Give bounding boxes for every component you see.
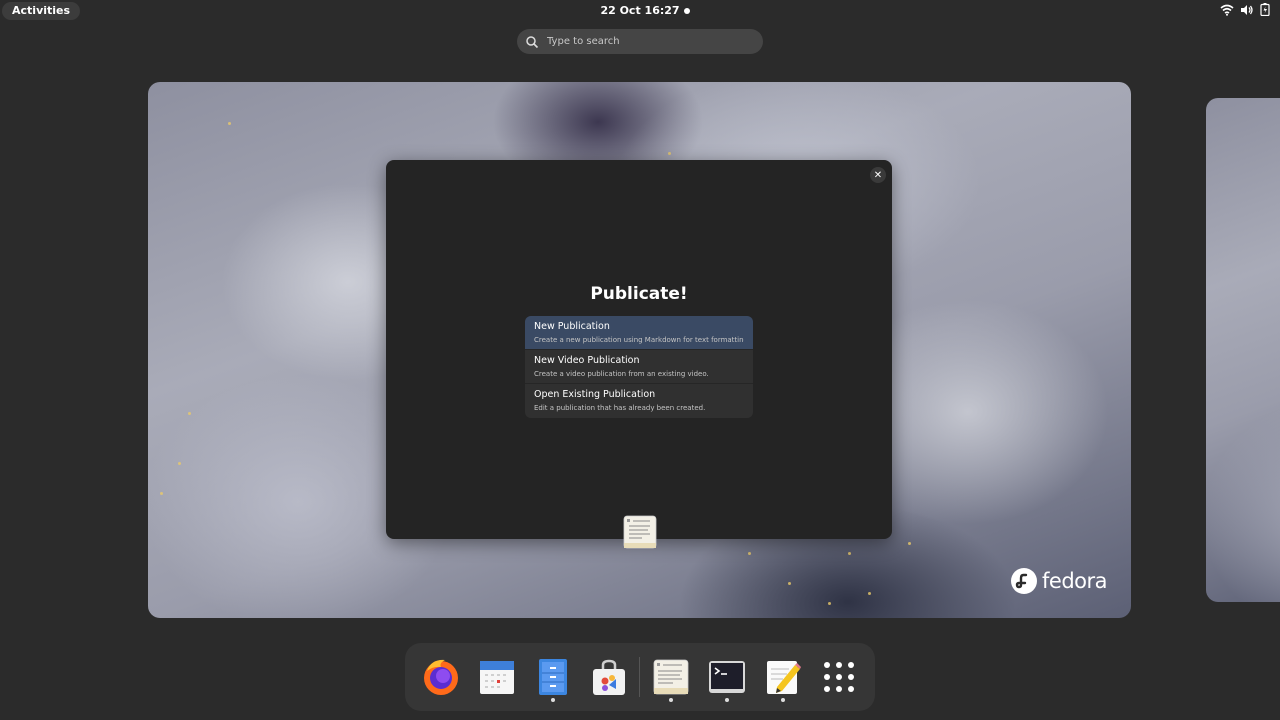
search-icon xyxy=(526,35,539,48)
app-grid-icon[interactable] xyxy=(819,657,859,697)
option-title: New Video Publication xyxy=(534,355,640,366)
workspace-thumbnail-next[interactable] xyxy=(1206,98,1280,602)
fedora-wordmark: fedora xyxy=(1042,569,1108,593)
option-new-video-publication[interactable]: New Video Publication Create a video pub… xyxy=(525,350,753,384)
notification-dot xyxy=(684,8,690,14)
option-title: Open Existing Publication xyxy=(534,389,656,400)
option-open-existing-publication[interactable]: Open Existing Publication Edit a publica… xyxy=(525,384,753,418)
files-running-indicator xyxy=(551,698,555,702)
search-bar[interactable] xyxy=(517,29,763,54)
start-options-list: New Publication Create a new publication… xyxy=(525,316,753,418)
dash-separator xyxy=(639,657,640,697)
fedora-logo: fedora xyxy=(1011,568,1108,594)
firefox-icon[interactable] xyxy=(421,657,461,697)
text-editor-running-indicator xyxy=(781,698,785,702)
option-description: Edit a publication that has already been… xyxy=(534,404,706,412)
terminal-running-indicator xyxy=(725,698,729,702)
system-status-area[interactable] xyxy=(1220,3,1270,16)
files-icon[interactable] xyxy=(533,657,573,697)
volume-icon xyxy=(1241,4,1253,15)
battery-icon xyxy=(1260,3,1270,16)
fedora-mark-icon xyxy=(1011,568,1037,594)
publicate-window[interactable]: ✕ Publicate! New Publication Create a ne… xyxy=(386,160,892,539)
option-description: Create a new publication using Markdown … xyxy=(534,336,744,344)
publicate-icon[interactable] xyxy=(651,657,691,697)
terminal-icon[interactable] xyxy=(707,657,747,697)
search-input[interactable] xyxy=(545,35,749,48)
wifi-icon xyxy=(1220,4,1234,16)
option-title: New Publication xyxy=(534,321,610,332)
option-description: Create a video publication from an exist… xyxy=(534,370,709,378)
window-title: Publicate! xyxy=(590,284,688,304)
software-icon[interactable] xyxy=(589,657,629,697)
dash xyxy=(405,643,875,711)
close-window-button[interactable]: ✕ xyxy=(870,167,886,183)
clock[interactable]: 22 Oct 16:27 xyxy=(0,4,1280,17)
publicate-running-indicator xyxy=(669,698,673,702)
calendar-icon[interactable] xyxy=(477,657,517,697)
top-bar: Activities 22 Oct 16:27 xyxy=(0,0,1280,22)
option-new-publication[interactable]: New Publication Create a new publication… xyxy=(525,316,753,350)
publicate-window-icon xyxy=(623,515,657,549)
text-editor-icon[interactable] xyxy=(763,657,803,697)
